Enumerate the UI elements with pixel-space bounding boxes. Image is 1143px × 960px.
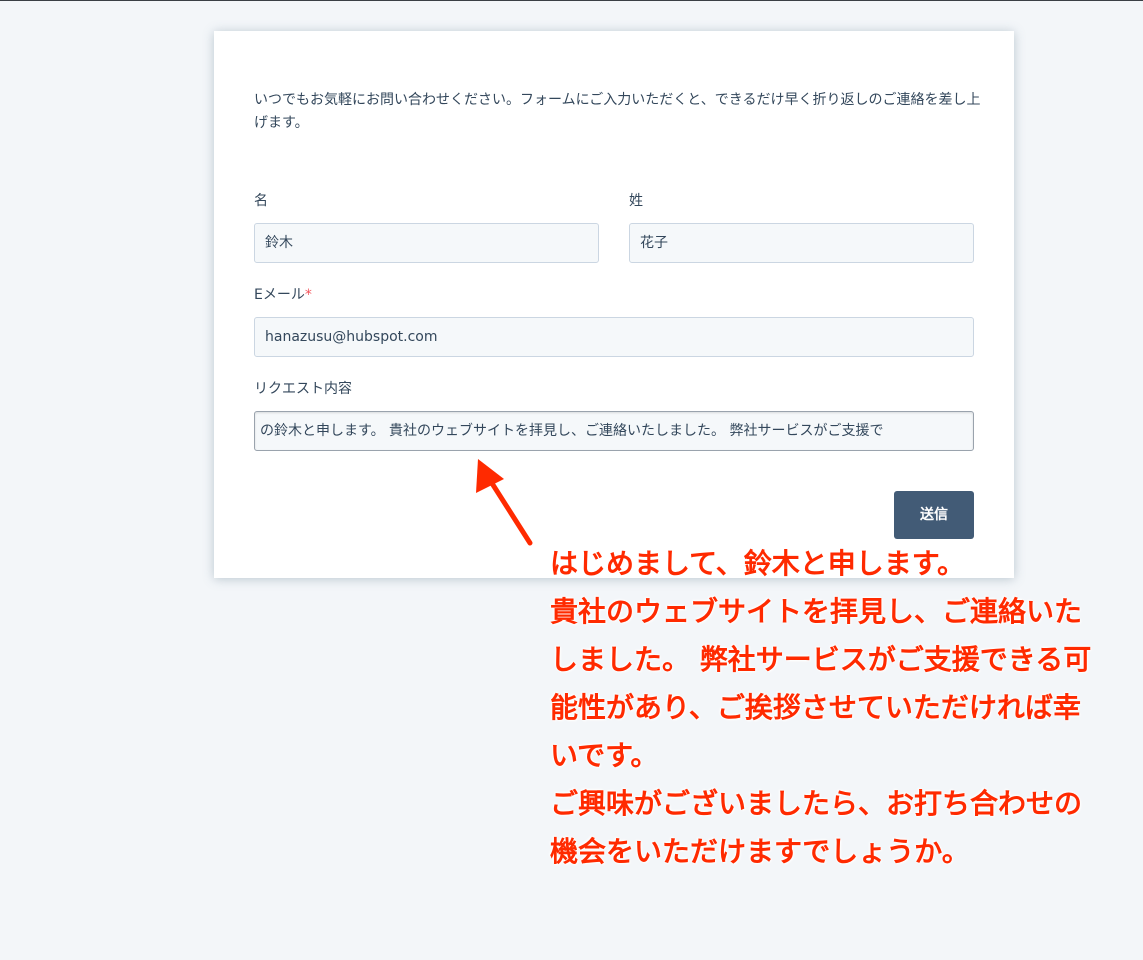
email-label-text: Eメール (254, 287, 305, 303)
submit-button[interactable]: 送信 (894, 491, 974, 539)
first-name-label: 名 (254, 193, 268, 209)
annotation-line: ご興味がございましたら、お打ち合わせの (550, 787, 1083, 820)
required-asterisk: * (304, 287, 312, 303)
window-top-border (0, 0, 1143, 1)
request-textarea[interactable]: の鈴木と申します。 貴社のウェブサイトを拝見し、ご連絡いたしました。 弊社サービ… (254, 411, 974, 451)
annotation-line: 機会をいただけますでしょうか。 (550, 835, 970, 868)
request-label: リクエスト内容 (254, 381, 352, 397)
annotation-line: はじめまして、鈴木と申します。 (550, 547, 965, 580)
annotation-line: しました。 弊社サービスがご支援できる可 (550, 643, 1092, 676)
first-name-input[interactable]: 鈴木 (254, 223, 599, 263)
contact-form-card: いつでもお気軽にお問い合わせください。フォームにご入力いただくと、できるだけ早く… (214, 31, 1014, 578)
annotation-line: 能性があり、ご挨拶させていただければ幸 (550, 691, 1081, 724)
last-name-input[interactable]: 花子 (629, 223, 974, 263)
annotation-line: いです。 (550, 739, 659, 772)
annotation-callout: はじめまして、鈴木と申します。 貴社のウェブサイトを拝見し、ご連絡いた しました… (550, 540, 1140, 876)
annotation-arrow-icon (476, 459, 533, 546)
email-label: Eメール* (254, 286, 312, 304)
form-intro-text: いつでもお気軽にお問い合わせください。フォームにご入力いただくと、できるだけ早く… (254, 92, 981, 131)
last-name-label: 姓 (629, 193, 643, 209)
email-input[interactable]: hanazusu@hubspot.com (254, 317, 974, 357)
annotation-line: 貴社のウェブサイトを拝見し、ご連絡いた (550, 595, 1083, 628)
